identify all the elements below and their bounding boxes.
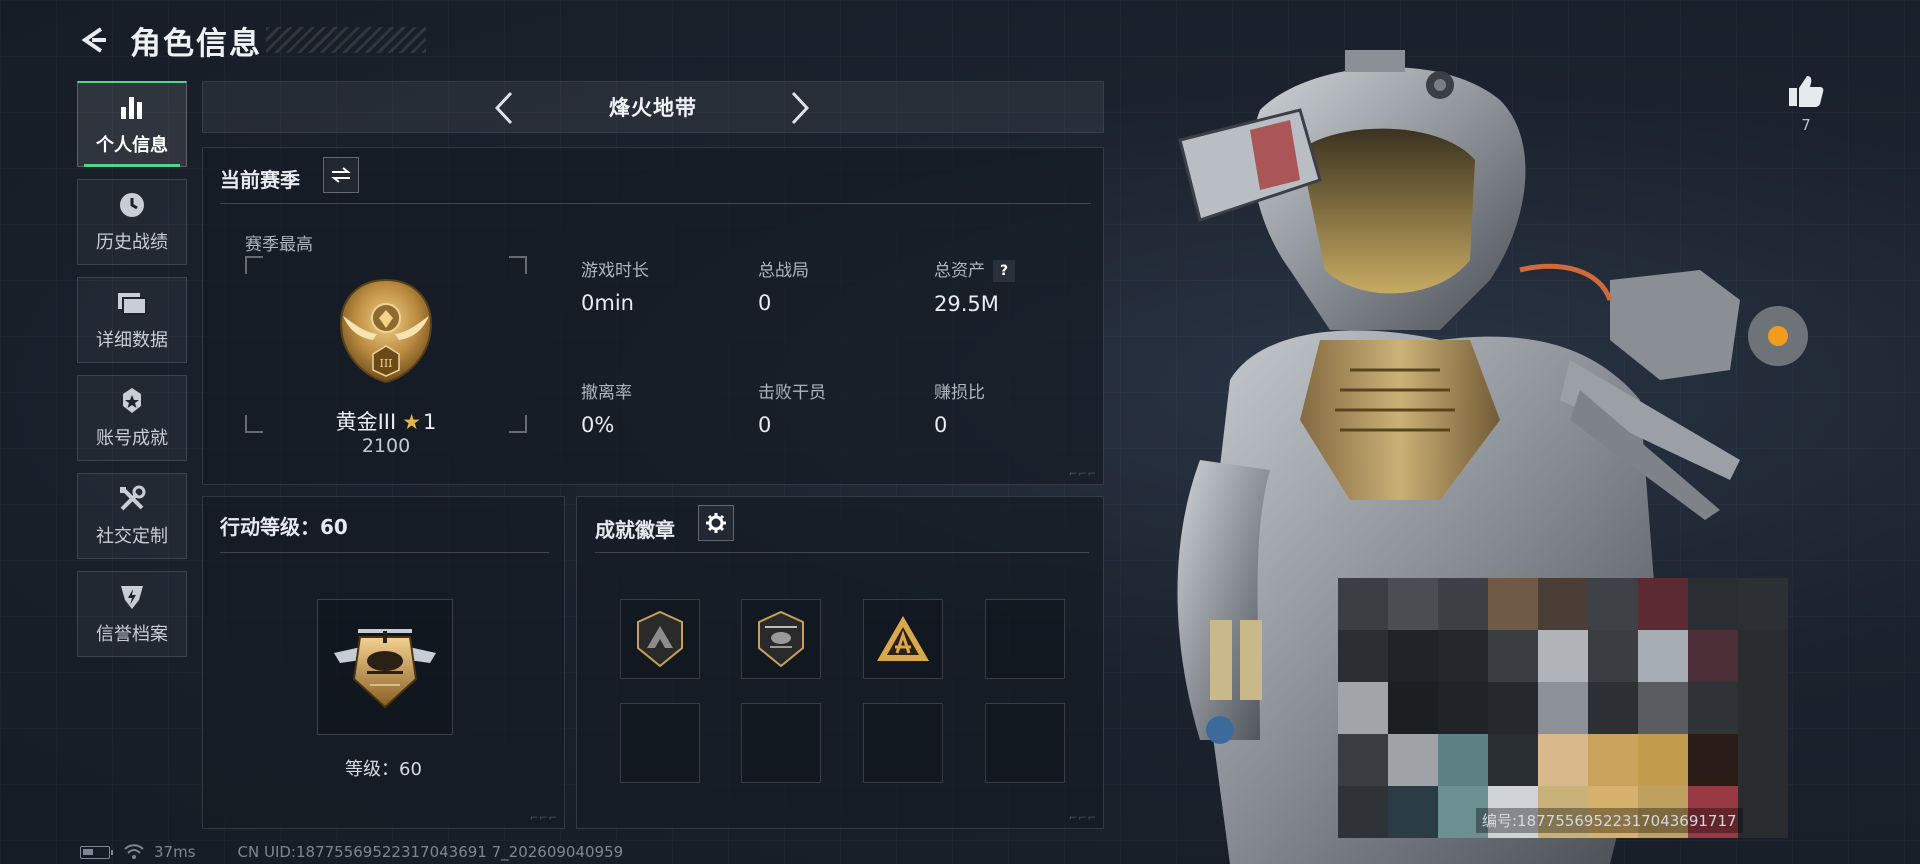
sidebar: 个人信息 历史战绩 详细数据 账号成就 社交定制 信誉档案 [77,81,187,669]
sidebar-item-personal-info[interactable]: 个人信息 [77,81,187,167]
achievement-slot[interactable] [863,599,943,679]
censored-region [1338,578,1788,838]
status-bar: 37ms CN UID:18775569522317043691 7_20260… [80,843,623,861]
stat-label: 撤离率 [581,383,632,403]
sidebar-item-label: 信誉档案 [96,624,168,645]
clock-icon [115,190,149,220]
achievement-slot-empty[interactable] [620,703,700,783]
stat-operators-defeated: 击败干员 0 [758,378,826,437]
stat-label-row: 总资产? [934,256,1015,282]
stat-value: 29.5M [934,292,999,316]
wifi-icon [124,844,144,859]
rank-score: 2100 [361,435,411,457]
achievement-slot-empty[interactable] [741,703,821,783]
title-decoration [266,27,426,53]
mode-selector: 烽火地带 [202,81,1104,133]
folder-icon [115,288,149,318]
panel-corner-mark: ⌐⌐⌐ [1068,469,1097,480]
bar-chart-icon [115,93,149,123]
sidebar-item-label: 个人信息 [96,134,168,156]
medal-icon [115,386,149,416]
panel-corner-mark: ⌐⌐⌐ [1068,813,1097,824]
sidebar-item-label: 社交定制 [96,526,168,547]
achievement-title: 成就徽章 [595,518,675,542]
achievement-slot[interactable] [741,599,821,679]
stat-value: 0 [758,413,772,437]
sidebar-item-label: 详细数据 [96,330,168,351]
rank-name-row: 黄金III ★1 [245,406,527,436]
back-button[interactable] [76,22,112,58]
page-header: 角色信息 [76,18,426,62]
sidebar-item-detailed-data[interactable]: 详细数据 [77,277,187,363]
chevron-right-icon [791,91,810,125]
achievement-slot-empty[interactable] [863,703,943,783]
sidebar-item-label: 历史战绩 [96,232,168,253]
help-button[interactable]: ? [993,260,1015,282]
gear-icon [706,513,726,533]
sidebar-item-credit-record[interactable]: 信誉档案 [77,571,187,657]
sidebar-item-label: 账号成就 [96,428,168,449]
action-level-title: 行动等级：60 [220,515,348,539]
level-text: 等级：60 [345,759,422,780]
mountain-badge-icon [637,610,683,668]
stat-profit-loss-ratio: 赚损比 0 [934,378,985,437]
back-arrow-icon [81,27,106,53]
stat-label: 总资产 [934,261,985,281]
shield-bolt-icon [115,582,149,612]
mode-next-button[interactable] [783,90,817,126]
stat-label: 赚损比 [934,383,985,403]
sidebar-item-social-custom[interactable]: 社交定制 [77,473,187,559]
sidebar-item-match-history[interactable]: 历史战绩 [77,179,187,265]
stat-play-time: 游戏时长 0min [581,256,649,315]
divider [595,552,1089,553]
divider [220,552,549,553]
battery-icon [80,845,113,859]
achievement-panel: 成就徽章 ⌐⌐⌐ [576,496,1104,829]
mode-title: 烽火地带 [609,96,697,120]
mode-prev-button[interactable] [487,90,521,126]
achievement-slot-empty[interactable] [985,599,1065,679]
sidebar-item-achievements[interactable]: 账号成就 [77,375,187,461]
like-button[interactable]: 7 [1784,74,1828,134]
chevron-left-icon [494,91,513,125]
like-count: 7 [1801,116,1811,134]
character-id: 编号:18775569522317043691717 [1476,808,1743,833]
rank-info: 黄金III ★1 2100 [245,148,527,486]
uid-text: CN UID:18775569522317043691 7_2026090409… [237,843,624,861]
stat-total-assets: 总资产? 29.5M [934,256,1015,316]
page-title: 角色信息 [130,25,262,62]
helicopter-badge-icon [758,610,804,668]
season-panel: 当前赛季 赛季最高 III 黄金III ★1 2100 游戏时长 0min 总战… [202,147,1104,485]
stat-value: 0min [581,291,634,315]
helicopter-level-badge-icon [334,629,436,709]
stat-value: 0 [758,291,772,315]
thumbs-up-icon [1789,76,1824,107]
star-icon: ★ [402,410,422,434]
stat-label: 游戏时长 [581,261,649,281]
stat-value: 0% [581,413,615,437]
tools-icon [115,484,149,514]
rank-stars: 1 [423,410,437,434]
rank-name: 黄金III [335,410,397,434]
triangle-emblem-icon [877,616,929,661]
action-level-panel: 行动等级：60 等级：60 ⌐⌐⌐ [202,496,565,829]
panel-corner-mark: ⌐⌐⌐ [529,813,558,824]
achievement-slot[interactable] [620,599,700,679]
stat-extract-rate: 撤离率 0% [581,378,632,437]
achievement-slot-empty[interactable] [985,703,1065,783]
ping-value: 37ms [154,843,196,861]
stat-label: 总战局 [758,261,809,281]
achievement-settings-button[interactable] [698,505,734,541]
level-badge-frame [317,599,453,735]
stat-label: 击败干员 [758,383,826,403]
stat-value: 0 [934,413,948,437]
stat-total-matches: 总战局 0 [758,256,809,315]
